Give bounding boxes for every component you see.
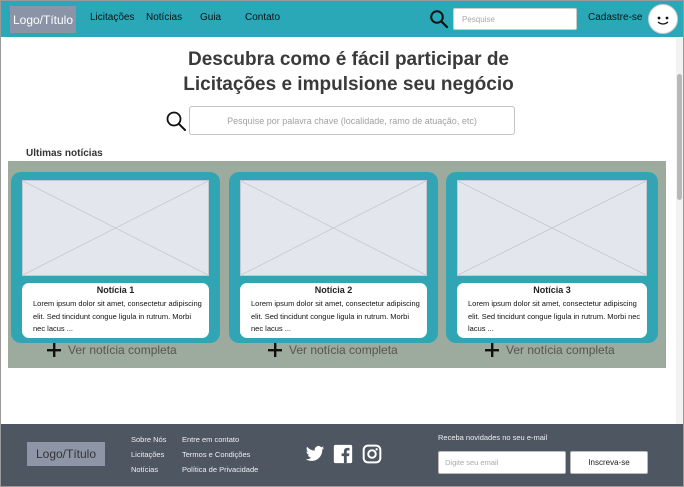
footer-link-sobre-nos[interactable]: Sobre Nós	[131, 435, 166, 444]
footer-link-noticias[interactable]: Notícias	[131, 465, 158, 474]
news-card-body: Notícia 1 Lorem ipsum dolor sit amet, co…	[22, 283, 209, 338]
instagram-icon[interactable]	[362, 444, 382, 464]
footer-link-contato[interactable]: Entre em contato	[182, 435, 239, 444]
nav-logo[interactable]: Logo/Título	[10, 6, 76, 33]
footer-link-privacidade[interactable]: Política de Privacidade	[182, 465, 258, 474]
nav-link-contato[interactable]: Contato	[245, 12, 280, 23]
search-icon[interactable]	[429, 9, 449, 29]
hero-title-line-2: Licitações e impulsione seu negócio	[183, 74, 514, 95]
nav-link-noticias[interactable]: Notícias	[146, 12, 182, 23]
news-card-body: Notícia 2 Lorem ipsum dolor sit amet, co…	[240, 283, 427, 338]
image-placeholder-icon	[23, 181, 208, 275]
more-link-3[interactable]: Ver notícia completa	[484, 341, 615, 359]
news-card-title: Notícia 1	[96, 285, 135, 295]
signup-link[interactable]: Cadastre-se	[588, 12, 642, 23]
news-card-2[interactable]: Notícia 2 Lorem ipsum dolor sit amet, co…	[229, 172, 438, 343]
hero-title-line-1: Descubra como é fácil participar de	[187, 49, 509, 70]
image-placeholder-icon	[241, 181, 426, 275]
hero-title: Descubra como é fácil participar de Lici…	[171, 47, 526, 97]
news-card-body: Notícia 3 Lorem ipsum dolor sit amet, co…	[457, 283, 647, 338]
page-scrollbar[interactable]	[676, 38, 683, 424]
newsletter-label: Receba novidades no seu e-mail	[438, 433, 548, 442]
news-section: Notícia 1 Lorem ipsum dolor sit amet, co…	[8, 161, 666, 368]
footer-link-licitacoes[interactable]: Licitações	[131, 450, 164, 459]
user-face-icon	[657, 16, 669, 25]
page-frame: Logo/Título Licitações Notícias Guia Con…	[0, 0, 684, 487]
nav-link-licitacoes[interactable]: Licitações	[90, 12, 134, 23]
more-link-2[interactable]: Ver notícia completa	[267, 341, 398, 359]
footer: Logo/Título Sobre Nós Licitações Notícia…	[1, 424, 683, 486]
news-image-placeholder	[22, 180, 209, 276]
news-image-placeholder	[457, 180, 647, 276]
footer-logo[interactable]: Logo/Título	[27, 442, 105, 466]
scrollbar-thumb[interactable]	[677, 74, 682, 200]
plus-icon	[268, 343, 282, 357]
news-card-title: Notícia 3	[533, 285, 571, 295]
footer-link-termos[interactable]: Termos e Condições	[182, 450, 250, 459]
top-navbar: Logo/Título Licitações Notícias Guia Con…	[1, 1, 683, 37]
avatar[interactable]	[648, 4, 678, 34]
twitter-icon[interactable]	[305, 444, 325, 464]
news-card-text: Lorem ipsum dolor sit amet, consectetur …	[251, 299, 420, 333]
more-link-label: Ver notícia completa	[289, 343, 398, 357]
more-link-1[interactable]: Ver notícia completa	[46, 341, 177, 359]
news-card-text: Lorem ipsum dolor sit amet, consectetur …	[33, 299, 202, 333]
image-placeholder-icon	[458, 181, 646, 275]
news-heading: Ultimas notícias	[26, 148, 103, 159]
nav-link-guia[interactable]: Guia	[200, 12, 221, 23]
main-search-input[interactable]	[189, 106, 515, 135]
facebook-icon[interactable]	[333, 444, 353, 464]
subscribe-button[interactable]: Inscreva-se	[570, 451, 648, 474]
search-icon[interactable]	[165, 110, 187, 132]
plus-icon	[485, 343, 499, 357]
news-card-text: Lorem ipsum dolor sit amet, consectetur …	[468, 299, 641, 333]
more-link-label: Ver notícia completa	[68, 343, 177, 357]
newsletter-email-input[interactable]	[438, 451, 566, 474]
news-card-3[interactable]: Notícia 3 Lorem ipsum dolor sit amet, co…	[446, 172, 658, 343]
more-link-label: Ver notícia completa	[506, 343, 615, 357]
plus-icon	[47, 343, 61, 357]
news-card-1[interactable]: Notícia 1 Lorem ipsum dolor sit amet, co…	[11, 172, 220, 343]
nav-search-input[interactable]	[453, 8, 577, 30]
news-card-title: Notícia 2	[314, 285, 353, 295]
news-image-placeholder	[240, 180, 427, 276]
